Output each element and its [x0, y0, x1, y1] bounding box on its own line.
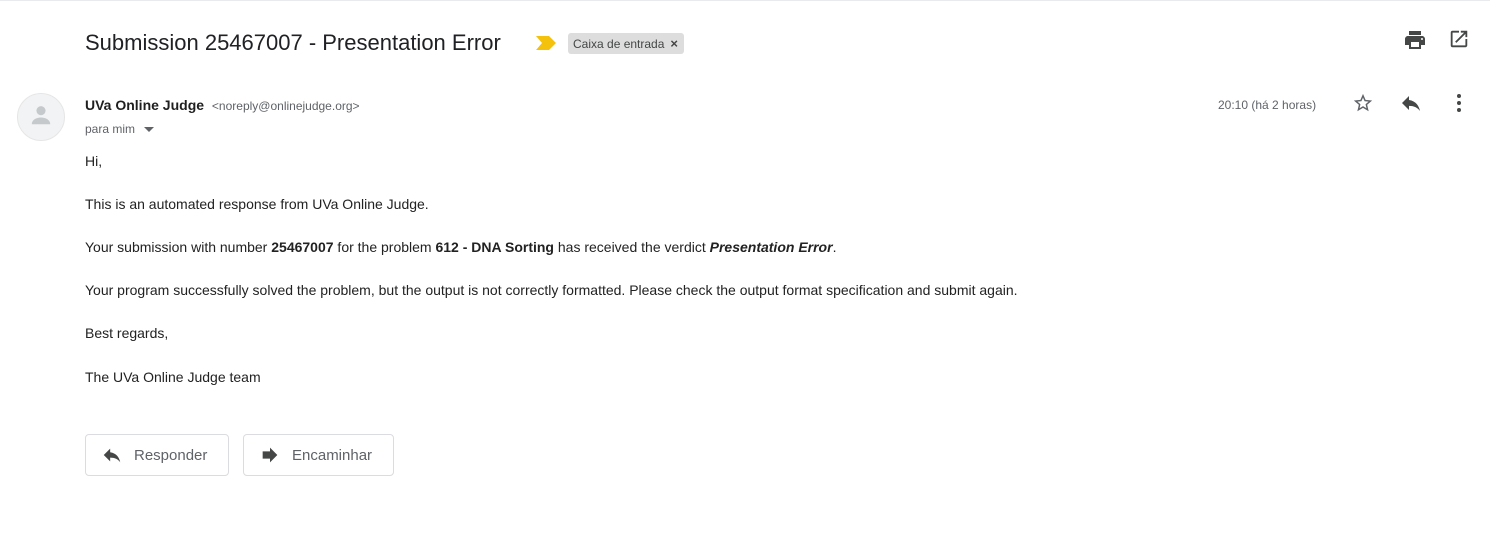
sender-name[interactable]: UVa Online Judge [85, 97, 204, 113]
verdict-text-post: has received the verdict [553, 239, 710, 255]
forward-button[interactable]: Encaminhar [243, 434, 394, 476]
person-icon [28, 102, 54, 133]
email-timestamp: 20:10 (há 2 horas) [1218, 98, 1317, 112]
reply-icon [101, 444, 123, 466]
print-icon [1403, 28, 1427, 57]
star-button[interactable] [1349, 91, 1377, 119]
forward-icon [259, 444, 281, 466]
importance-marker-icon[interactable] [535, 35, 557, 51]
star-outline-icon [1352, 92, 1374, 119]
avatar [17, 93, 65, 141]
verdict-text-end: . [832, 239, 837, 255]
caret-down-icon [144, 126, 155, 132]
body-greeting: Hi, [85, 153, 103, 169]
print-button[interactable] [1401, 28, 1429, 56]
forward-button-label: Encaminhar [292, 446, 373, 464]
open-in-new-window-icon [1448, 28, 1470, 55]
body-signature: The UVa Online Judge team [85, 369, 261, 385]
sender-info: UVa Online Judge <noreply@onlinejudge.or… [85, 97, 360, 113]
inbox-label-text: Caixa de entrada [573, 36, 665, 51]
problem-name: 612 - DNA Sorting [435, 239, 554, 255]
body-verdict: Your submission with number 25467007 for… [85, 239, 836, 256]
more-options-button[interactable] [1449, 91, 1469, 119]
email-subject: Submission 25467007 - Presentation Error [85, 30, 501, 55]
open-in-new-window-button[interactable] [1446, 28, 1472, 54]
reply-icon-button[interactable] [1397, 91, 1425, 119]
recipient-label: para mim [85, 122, 136, 136]
reply-icon [1399, 91, 1423, 120]
reply-button[interactable]: Responder [85, 434, 229, 476]
top-divider [0, 0, 1490, 1]
more-vertical-icon [1456, 93, 1462, 118]
close-icon[interactable]: × [670, 37, 678, 50]
inbox-label-chip: Caixa de entrada × [568, 33, 684, 54]
recipient-details-toggle[interactable]: para mim [85, 122, 155, 136]
body-intro: This is an automated response from UVa O… [85, 196, 429, 212]
reply-button-label: Responder [134, 446, 208, 464]
submission-number: 25467007 [271, 239, 334, 255]
verdict-text-pre: Your submission with number [85, 239, 272, 255]
body-closing: Best regards, [85, 325, 169, 341]
body-explanation: Your program successfully solved the pro… [85, 282, 1018, 298]
sender-email: <noreply@onlinejudge.org> [211, 99, 360, 113]
verdict-text-mid: for the problem [333, 239, 436, 255]
verdict-result: Presentation Error [709, 239, 833, 255]
